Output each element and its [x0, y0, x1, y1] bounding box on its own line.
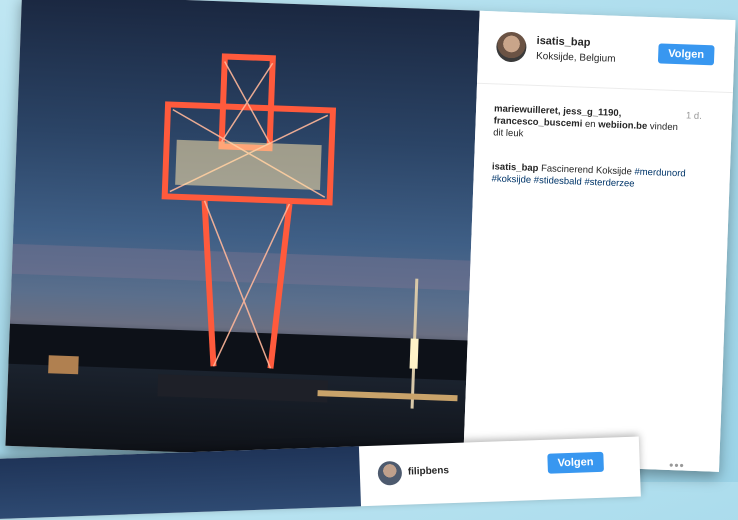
likes-and: en — [584, 118, 596, 131]
post-sidebar: isatis_bap Koksijde, Belgium Volgen mari… — [463, 10, 736, 473]
likes-text: mariewuilleret, jess_g_1190, francesco_b… — [493, 103, 684, 146]
next-post-username[interactable]: filipbens — [408, 465, 449, 477]
post-header: isatis_bap Koksijde, Belgium Volgen — [477, 10, 736, 94]
post-photo[interactable] — [5, 0, 480, 463]
follow-button[interactable]: Volgen — [657, 43, 715, 66]
caption-username[interactable]: isatis_bap — [492, 161, 539, 174]
avatar[interactable] — [495, 31, 527, 63]
tower-illustration — [8, 53, 471, 409]
next-post-photo[interactable] — [0, 446, 362, 520]
more-options-icon[interactable]: ••• — [669, 458, 685, 473]
next-post-follow-button[interactable]: Volgen — [547, 451, 604, 474]
likes-last-user[interactable]: webiion.be — [598, 119, 647, 132]
location-link[interactable]: Koksijde, Belgium — [536, 51, 616, 65]
post-time: 1 d. — [685, 110, 703, 122]
username-link[interactable]: isatis_bap — [536, 35, 590, 49]
instagram-post-card: isatis_bap Koksijde, Belgium Volgen mari… — [5, 0, 736, 473]
caption: isatis_bap Fascinerend Koksijde #merduno… — [491, 161, 692, 192]
